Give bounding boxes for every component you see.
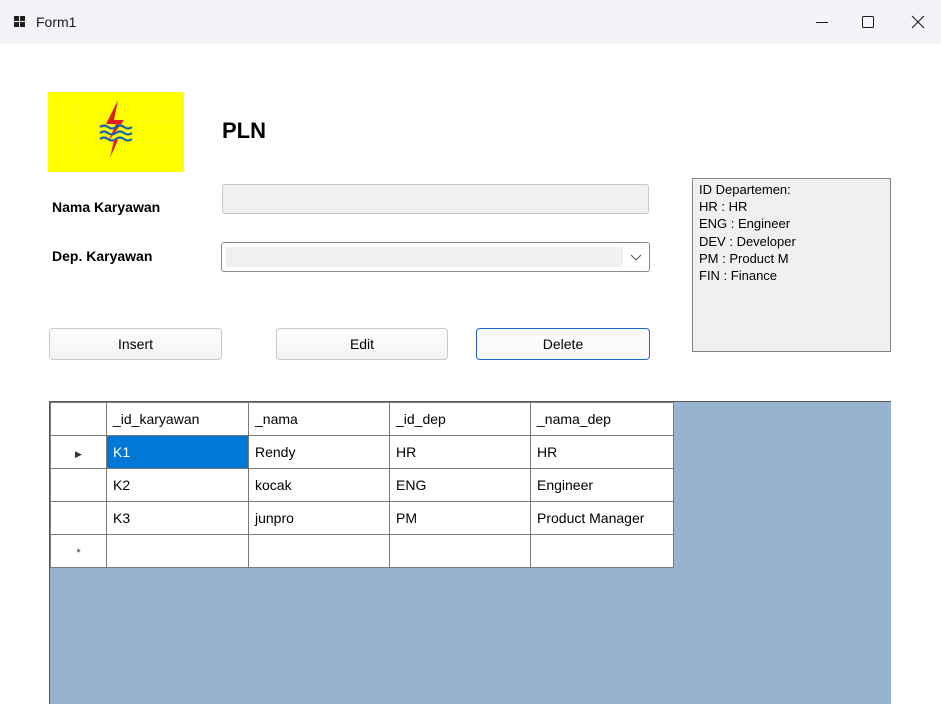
table-row[interactable]: ▶ K1 Rendy HR HR: [50, 435, 674, 469]
edit-button[interactable]: Edit: [276, 328, 448, 360]
data-grid-view[interactable]: _id_karyawan _nama _id_dep _nama_dep ▶ K…: [49, 401, 891, 704]
nama-karyawan-input[interactable]: [222, 184, 649, 214]
current-row-arrow-icon: ▶: [75, 449, 82, 459]
grid-cell[interactable]: kocak: [248, 468, 390, 502]
minimize-button[interactable]: [799, 0, 845, 44]
column-header-nama-dep[interactable]: _nama_dep: [530, 402, 674, 436]
grid-header-row: _id_karyawan _nama _id_dep _nama_dep: [50, 402, 674, 436]
page-title: PLN: [222, 118, 266, 143]
table-row[interactable]: K3 junpro PM Product Manager: [50, 501, 674, 535]
column-header-nama[interactable]: _nama: [248, 402, 390, 436]
new-row[interactable]: *: [50, 534, 674, 568]
department-info-box: ID Departemen: HR : HR ENG : Engineer DE…: [692, 178, 891, 352]
app-icon[interactable]: [11, 13, 27, 29]
minimize-icon: [816, 22, 828, 23]
new-row-asterisk-icon: *: [76, 547, 81, 559]
pln-logo: [48, 92, 184, 172]
delete-button[interactable]: Delete: [476, 328, 650, 360]
row-header[interactable]: [50, 468, 107, 502]
insert-button[interactable]: Insert: [49, 328, 222, 360]
grid-cell[interactable]: K2: [106, 468, 249, 502]
info-line: DEV : Developer: [699, 233, 796, 249]
grid-cell[interactable]: Engineer: [530, 468, 674, 502]
grid-cell[interactable]: ENG: [389, 468, 531, 502]
grid-cell[interactable]: HR: [389, 435, 531, 469]
info-line: HR : HR: [699, 199, 748, 215]
window-title: Form1: [36, 14, 77, 30]
combobox-value: [226, 247, 623, 267]
column-header-id-dep[interactable]: _id_dep: [389, 402, 531, 436]
grid-cell[interactable]: HR: [530, 435, 674, 469]
title-bar: Form1: [0, 0, 941, 44]
dep-karyawan-combobox[interactable]: [221, 242, 650, 272]
new-row-header[interactable]: *: [50, 534, 107, 568]
pln-lightning-logo-icon: [48, 92, 184, 172]
maximize-icon: [862, 16, 874, 28]
info-line: ID Departemen:: [699, 182, 791, 197]
table-row[interactable]: K2 kocak ENG Engineer: [50, 468, 674, 502]
grid-cell[interactable]: Product Manager: [530, 501, 674, 535]
grid-cell[interactable]: [248, 534, 390, 568]
grid-cell[interactable]: [389, 534, 531, 568]
grid-cell[interactable]: [530, 534, 674, 568]
grid-cell[interactable]: K3: [106, 501, 249, 535]
close-button[interactable]: [895, 0, 941, 44]
row-header-current[interactable]: ▶: [50, 435, 107, 469]
maximize-button[interactable]: [845, 0, 891, 44]
grid-cell[interactable]: junpro: [248, 501, 390, 535]
nama-karyawan-label: Nama Karyawan: [52, 199, 161, 215]
row-header[interactable]: [50, 501, 107, 535]
grid-cell[interactable]: Rendy: [248, 435, 390, 469]
grid-corner-header[interactable]: [50, 402, 107, 436]
column-header-id-karyawan[interactable]: _id_karyawan: [106, 402, 249, 436]
info-line: ENG : Engineer: [699, 216, 791, 232]
grid-cell[interactable]: [106, 534, 249, 568]
close-icon: [911, 15, 925, 29]
chevron-down-icon[interactable]: [630, 252, 642, 262]
info-line: FIN : Finance: [699, 268, 778, 284]
grid-cell[interactable]: PM: [389, 501, 531, 535]
dep-karyawan-label: Dep. Karyawan: [52, 248, 153, 264]
info-line: PM : Product M: [699, 250, 789, 266]
grid-cell[interactable]: K1: [106, 435, 249, 469]
data-grid-table: _id_karyawan _nama _id_dep _nama_dep ▶ K…: [50, 402, 674, 568]
